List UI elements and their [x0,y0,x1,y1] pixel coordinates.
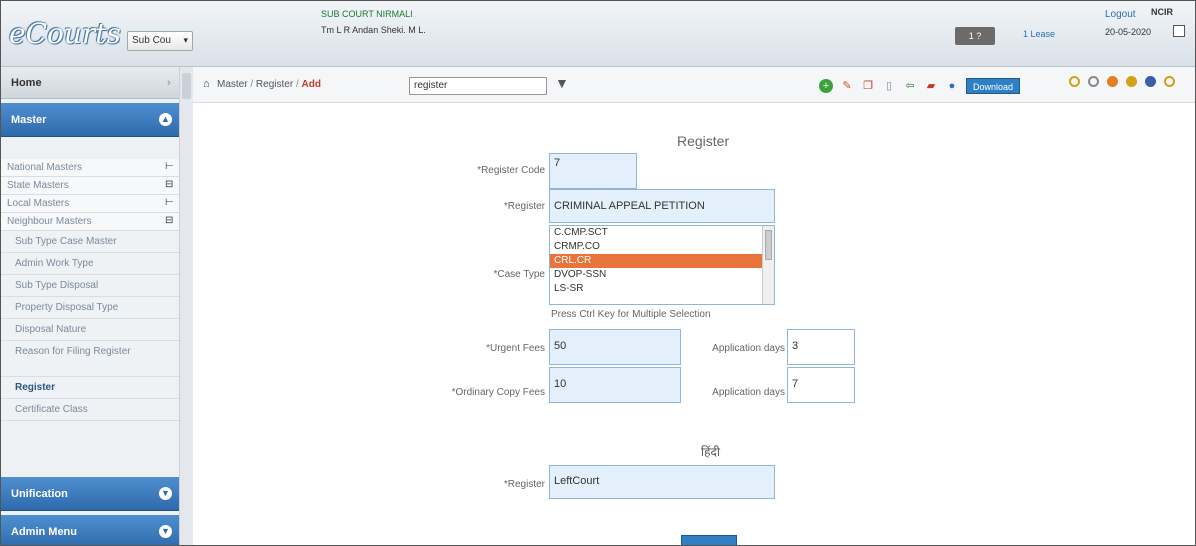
regional-section-title: हिंदी [701,445,720,459]
sidebar-scrollbar[interactable] [179,67,193,545]
application-days-1-field[interactable]: 3 [787,329,855,365]
application-days-1-label: Application days [712,343,785,354]
register-name-field[interactable]: CRIMINAL APPEAL PETITION [549,189,775,223]
sidebar-item-property-disposal[interactable]: Property Disposal Type [1,297,179,319]
sidebar-section-label: Unification [11,488,68,500]
regional-register-label: *Register [503,479,545,490]
breadcrumb-register[interactable]: Register [256,79,293,90]
breadcrumb-add: Add [301,79,321,90]
yellow-circle-icon[interactable] [1069,76,1080,87]
case-type-listbox[interactable]: C.CMP.SCT CRMP.CO CRL.CR DVOP-SSN LS-SR [549,225,775,305]
add-icon[interactable]: + [819,79,833,93]
application-days-2-label: Application days [712,387,785,398]
register-code-field[interactable]: 7 [549,153,637,189]
sidebar-section-admin-menu[interactable]: Admin Menu ▼ [1,515,179,545]
form-title: Register [677,133,730,149]
register-label: *Register [503,201,545,212]
expand-icon: ⊢ [165,197,174,208]
folder-icon[interactable]: ▰ [924,79,938,93]
status-icons [1069,76,1175,87]
sidebar-section-master[interactable]: Master ▲ [1,103,179,137]
case-type-label: *Case Type [493,269,545,280]
sidebar-items: National Masters ⊢ State Masters ⊟ Local M… [1,159,179,421]
scroll-thumb[interactable] [182,73,191,99]
app-window: eCourts Sub Cou SUB COURT NIRMALI Tm L R… [0,0,1196,546]
ordinary-fees-label: *Ordinary Copy Fees [451,387,545,398]
listbox-scroll-thumb[interactable] [765,230,772,260]
case-type-option[interactable]: C.CMP.SCT [550,226,774,240]
ordinary-fees-field[interactable]: 10 [549,367,681,403]
sidebar-section-label: Admin Menu [11,526,77,538]
expand-icon: ⊢ [165,161,174,172]
urgent-fees-label: *Urgent Fees [486,343,545,354]
edit-icon[interactable]: ✎ [840,79,854,93]
case-type-option[interactable]: DVOP-SSN [550,268,774,282]
sidebar-item-state-masters[interactable]: State Masters ⊟ [1,177,179,195]
sidebar-home[interactable]: Home › [1,67,179,99]
sidebar-item-admin-work-type[interactable]: Admin Work Type [1,253,179,275]
collapse-icon[interactable]: ▲ [159,113,172,126]
sidebar-item-local-masters[interactable]: Local Masters ⊢ [1,195,179,213]
case-type-option[interactable]: CRMP.CO [550,240,774,254]
sidebar-section-label: Master [11,114,47,126]
sidebar: Home › Master ▲ National Masters ⊢ State … [1,67,193,545]
multi-select-hint: Press Ctrl Key for Multiple Selection [551,309,711,320]
sidebar-item-register[interactable]: Register [1,377,179,399]
application-days-2-field[interactable]: 7 [787,367,855,403]
regional-register-field[interactable]: LeftCourt [549,465,775,499]
download-button[interactable]: Download [966,78,1021,94]
blue-circle-icon[interactable] [1145,76,1156,87]
calendar-icon[interactable] [1173,25,1185,37]
breadcrumb: Master / Register / Add [217,79,321,90]
user-link[interactable]: 1 Lease [1023,29,1055,39]
gold-circle-icon[interactable] [1126,76,1137,87]
collapse-box-icon: ⊟ [165,215,174,226]
header-date: 20-05-2020 [1105,27,1152,37]
home-icon[interactable]: ⌂ [203,78,210,90]
action-icons: + ✎ ❐ ▯ ⇦ ▰ ● Download [819,76,1021,96]
refresh-icon[interactable]: ● [945,79,959,93]
filter-icon[interactable]: ▼ [555,75,569,91]
expand-icon: ⊟ [165,179,174,190]
listbox-scrollbar[interactable] [762,226,774,304]
court-selector[interactable]: Sub Cou [127,31,193,51]
sidebar-item-sub-type-case[interactable]: Sub Type Case Master [1,231,179,253]
multi-edit-icon[interactable]: ❐ [861,79,875,93]
yellow-ring-icon[interactable] [1164,76,1175,87]
sidebar-section-unification[interactable]: Unification ▼ [1,477,179,511]
grey-circle-icon[interactable] [1088,76,1099,87]
app-header: eCourts Sub Cou SUB COURT NIRMALI Tm L R… [1,1,1195,67]
court-subtitle: Tm L R Andan Sheki. M L. [321,25,426,35]
breadcrumb-master[interactable]: Master [217,79,248,90]
register-code-label: *Register Code [477,165,545,176]
menu-search-input[interactable]: register [409,77,547,95]
case-type-option[interactable]: LS-SR [550,282,774,296]
document-icon[interactable]: ▯ [882,79,896,93]
ecourts-logo: eCourts [9,17,121,50]
court-name: SUB COURT NIRMALI [321,9,413,19]
sidebar-item-sub-type-disposal[interactable]: Sub Type Disposal [1,275,179,297]
court-badge: NCIR [1151,7,1173,17]
expand-circle-icon[interactable]: ▼ [159,487,172,500]
logout-link[interactable]: Logout [1105,9,1136,20]
case-type-option-selected[interactable]: CRL.CR [550,254,774,268]
orange-circle-icon[interactable] [1107,76,1118,87]
sidebar-home-label: Home [11,77,42,89]
save-button[interactable] [681,535,737,545]
sidebar-item-disposal-nature[interactable]: Disposal Nature [1,319,179,341]
user-button[interactable]: 1 ? [955,27,995,45]
urgent-fees-field[interactable]: 50 [549,329,681,365]
expand-circle-icon[interactable]: ▼ [159,525,172,538]
sidebar-item-certificate-class[interactable]: Certificate Class [1,399,179,421]
sidebar-item-reason-filing[interactable]: Reason for Filing Register [1,341,179,377]
sidebar-item-neighbour-masters[interactable]: Neighbour Masters ⊟ [1,213,179,231]
sidebar-item-national-masters[interactable]: National Masters ⊢ [1,159,179,177]
chevron-right-icon: › [167,77,171,89]
export-icon[interactable]: ⇦ [903,79,917,93]
toolbar: ⌂ Master / Register / Add register ▼ + ✎… [193,67,1195,103]
